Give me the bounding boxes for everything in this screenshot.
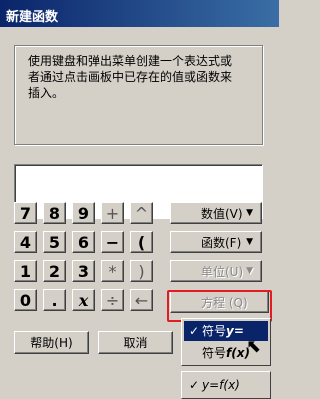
key-9[interactable]: 9: [72, 202, 95, 224]
menu-item-y-equals-fx[interactable]: ✓ y=f(x): [184, 375, 268, 395]
key-backspace[interactable]: ←: [130, 289, 153, 311]
key-8[interactable]: 8: [43, 202, 66, 224]
key-plus[interactable]: +: [101, 202, 124, 224]
key-multiply[interactable]: *: [101, 260, 124, 282]
key-2[interactable]: 2: [43, 260, 66, 282]
key-3[interactable]: 3: [72, 260, 95, 282]
check-icon: ✓: [189, 378, 200, 392]
equation-menu-lower: ✓ y=f(x): [181, 371, 271, 399]
dropdown-arrow-icon: ▼: [246, 208, 253, 218]
key-0[interactable]: 0: [14, 289, 37, 311]
key-6[interactable]: 6: [72, 231, 95, 253]
dropdown-arrow-icon: ▼: [246, 266, 253, 276]
units-label: 单位(U): [201, 264, 244, 279]
key-decimal[interactable]: .: [43, 289, 66, 311]
functions-label: 函数(F): [201, 235, 242, 250]
mouse-cursor-icon: ⬉: [246, 336, 262, 357]
window-title: 新建函数: [6, 10, 59, 25]
key-1[interactable]: 1: [14, 260, 37, 282]
units-button: 单位(U) ▼: [170, 260, 262, 282]
help-button[interactable]: 帮助(H): [14, 331, 89, 354]
key-open-paren[interactable]: (: [130, 231, 153, 253]
key-divide[interactable]: ÷: [101, 289, 124, 311]
description-text: 使用键盘和弹出菜单创建一个表达式或者通过点击画板中已存在的值或函数来插入。: [28, 54, 233, 100]
key-close-paren[interactable]: ): [130, 260, 153, 282]
key-4[interactable]: 4: [14, 231, 37, 253]
numbers-label: 数值(V): [201, 206, 243, 221]
functions-button[interactable]: 函数(F) ▼: [170, 231, 262, 253]
cancel-button[interactable]: 取消: [98, 331, 173, 354]
key-x[interactable]: x: [72, 289, 95, 311]
numbers-button[interactable]: 数值(V) ▼: [170, 202, 262, 224]
key-7[interactable]: 7: [14, 202, 37, 224]
key-5[interactable]: 5: [43, 231, 66, 253]
check-icon: ✓: [189, 324, 200, 338]
key-minus[interactable]: −: [101, 231, 124, 253]
title-bar: 新建函数: [0, 0, 279, 27]
dropdown-arrow-icon: ▼: [246, 237, 253, 247]
key-power[interactable]: ^: [130, 202, 153, 224]
